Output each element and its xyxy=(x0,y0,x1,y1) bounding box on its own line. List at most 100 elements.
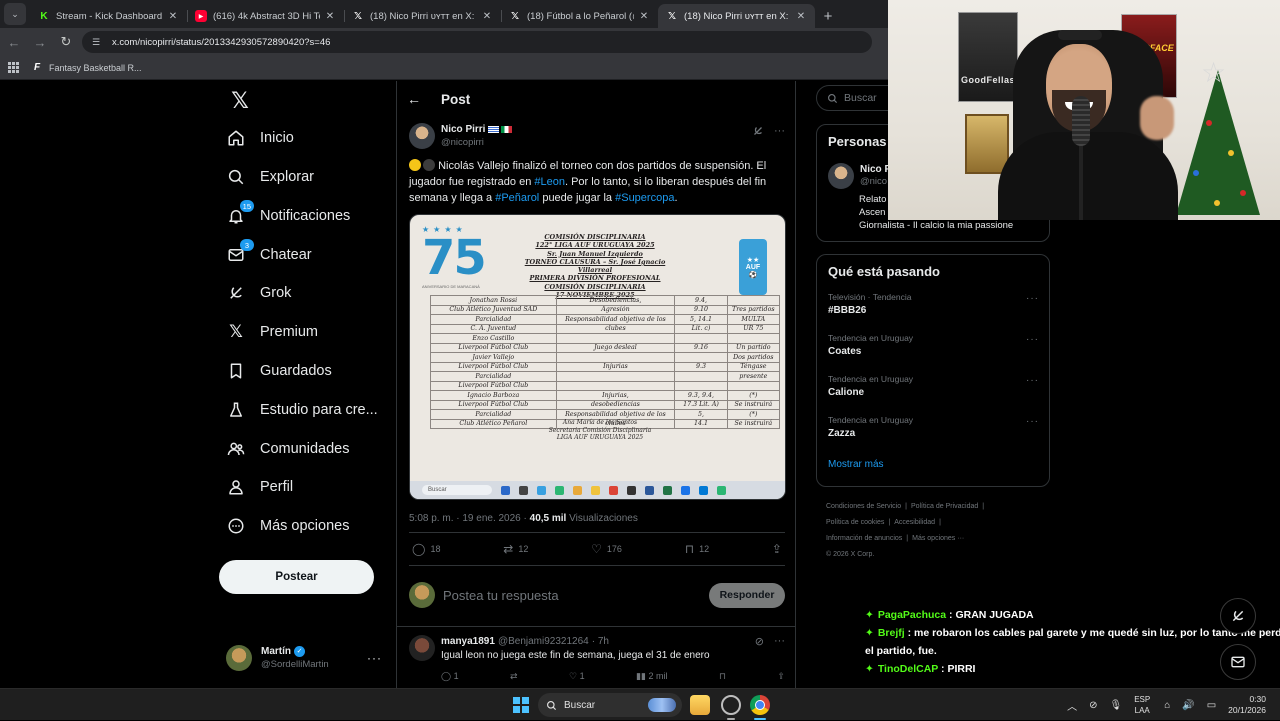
more-icon[interactable]: ··· xyxy=(774,635,785,648)
network-icon[interactable]: ⌂ xyxy=(1164,700,1170,711)
bookmark-button[interactable]: ⊓ 12 xyxy=(685,542,709,556)
close-icon[interactable]: ✕ xyxy=(324,11,336,22)
more-icon[interactable]: ··· xyxy=(1026,334,1039,345)
reply-button[interactable]: ◯ 18 xyxy=(412,542,440,556)
bookmark-item[interactable]: Fantasy Basketball R... xyxy=(49,63,142,73)
repost-button[interactable]: ⇄ xyxy=(510,671,518,682)
back-arrow-icon[interactable]: ← xyxy=(407,91,427,107)
nav-item-explorar[interactable]: Explorar xyxy=(226,162,314,192)
more-icon[interactable]: ··· xyxy=(774,125,785,137)
trend-item[interactable]: Tendencia en Uruguay Coates ··· xyxy=(817,328,1049,369)
hashtag-link[interactable]: #Supercopa xyxy=(615,192,674,204)
hashtag-link[interactable]: #Leon xyxy=(534,176,565,188)
reply-submit-button[interactable]: Responder xyxy=(709,582,785,608)
post-button[interactable]: Postear xyxy=(219,560,374,594)
trend-item[interactable]: Tendencia en Uruguay Zazza ··· xyxy=(817,410,1049,451)
clock[interactable]: 0:30 20/1/2026 xyxy=(1228,694,1266,716)
nav-item-estudio[interactable]: Estudio para cre... xyxy=(226,395,378,425)
browser-tab[interactable]: ▶ (616) 4k Abstract 3D Hi Tech Fu ✕ xyxy=(187,4,344,28)
tweet-time[interactable]: 5:08 p. m. · 19 ene. 2026 · xyxy=(409,513,530,524)
nav-item-comunidades[interactable]: Comunidades xyxy=(226,434,349,464)
nav-item-premium[interactable]: 𝕏 Premium xyxy=(226,317,318,347)
apps-grid-icon[interactable] xyxy=(8,61,20,74)
nav-item-inicio[interactable]: Inicio xyxy=(226,123,294,153)
close-icon[interactable]: ✕ xyxy=(795,11,807,22)
close-icon[interactable]: ✕ xyxy=(167,11,179,22)
nav-item-guardados[interactable]: Guardados xyxy=(226,356,332,386)
chrome-icon[interactable] xyxy=(750,695,770,715)
more-icon[interactable]: ··· xyxy=(1026,375,1039,386)
reply-input[interactable]: Postea tu respuesta xyxy=(443,588,559,603)
battery-icon[interactable]: ▭ xyxy=(1207,700,1216,711)
browser-tab[interactable]: K Stream - Kick Dashboard ✕ xyxy=(30,4,187,28)
footer-link[interactable]: Información de anuncios xyxy=(826,535,902,542)
back-icon[interactable]: ← xyxy=(2,30,26,54)
browser-tab[interactable]: 𝕏 (18) Nico Pirri ᴜʏᴛᴛ en X: "🟡⚫ ✕ xyxy=(344,4,501,28)
more-icon[interactable]: ··· xyxy=(367,651,382,665)
show-more-link[interactable]: Mostrar más xyxy=(817,451,1049,478)
nav-item-perfil[interactable]: Perfil xyxy=(226,472,293,502)
author-handle[interactable]: @nicopirri xyxy=(441,136,512,149)
microphone-icon[interactable]: 🎙 xyxy=(1110,700,1123,711)
forward-icon[interactable]: → xyxy=(28,30,52,54)
author-avatar[interactable] xyxy=(409,123,435,149)
author-name[interactable]: Nico Pirri xyxy=(441,124,485,135)
footer-link[interactable]: Política de Privacidad xyxy=(911,503,978,510)
nav-item-notificaciones[interactable]: 15 Notificaciones xyxy=(226,200,350,231)
site-info-icon[interactable]: ☰ xyxy=(92,37,103,48)
windows-start-icon[interactable] xyxy=(513,697,529,713)
url-input[interactable]: ☰ x.com/nicopirri/status/201334293057289… xyxy=(82,31,872,53)
more-icon[interactable]: ··· xyxy=(1026,416,1039,427)
reload-icon[interactable]: ↻ xyxy=(54,30,78,54)
tab-search-button[interactable]: ⌄ xyxy=(4,3,26,25)
views-button[interactable]: ▮▮ 2 mil xyxy=(636,671,667,682)
grok-icon[interactable]: ⊘ xyxy=(755,635,764,648)
trend-item[interactable]: Tendencia en Uruguay Calione ··· xyxy=(817,369,1049,410)
account-switcher[interactable]: Martín ✓ @SordelliMartin ··· xyxy=(226,642,396,674)
reply-author-name[interactable]: manya1891 xyxy=(441,636,495,647)
volume-icon[interactable]: 🔊 xyxy=(1182,700,1194,711)
footer-link[interactable]: Más opciones ··· xyxy=(912,535,964,542)
reply-time[interactable]: · 7h xyxy=(592,636,609,647)
footer-links: Condiciones de Servicio | Política de Priv… xyxy=(826,499,1050,563)
taskbar-search[interactable]: Buscar xyxy=(538,693,682,717)
file-explorer-icon[interactable] xyxy=(690,695,710,715)
share-button[interactable]: ⇪ xyxy=(772,542,782,556)
share-icon[interactable]: ⇪ xyxy=(777,671,785,682)
messages-floating-button[interactable] xyxy=(1220,644,1256,680)
nav-item-mas-opciones[interactable]: Más opciones xyxy=(226,511,349,541)
network-off-icon[interactable]: ⊘ xyxy=(1089,700,1097,711)
obs-icon[interactable] xyxy=(721,695,741,715)
bookmark-icon[interactable]: ⊓ xyxy=(719,671,726,682)
chevron-up-icon[interactable]: ︿ xyxy=(1067,698,1077,713)
reply-tweet[interactable]: manya1891 @Benjami92321264 · 7h ⊘ ··· Igu… xyxy=(409,635,785,682)
language-indicator[interactable]: ESP LAA xyxy=(1134,694,1150,716)
browser-tab-active[interactable]: 𝕏 (18) Nico Pirri ᴜʏᴛᴛ en X: "🟡⚫ ✕ xyxy=(658,4,815,28)
grok-icon[interactable] xyxy=(752,125,764,137)
grok-floating-button[interactable] xyxy=(1220,598,1256,634)
nav-item-chatear[interactable]: 3 Chatear xyxy=(226,239,312,270)
x-logo-icon[interactable]: 𝕏 xyxy=(226,87,254,115)
x-icon: 𝕏 xyxy=(353,10,363,22)
new-tab-button[interactable]: + xyxy=(815,4,841,28)
reply-author-handle[interactable]: @Benjami92321264 xyxy=(498,636,589,647)
avatar[interactable] xyxy=(409,635,435,661)
close-icon[interactable]: ✕ xyxy=(481,11,493,22)
trend-item[interactable]: Televisión · Tendencia #BBB26 ··· xyxy=(817,287,1049,328)
footer-link[interactable]: Política de cookies xyxy=(826,519,884,526)
tweet-image[interactable]: ★★★★ 75 ANIVERSARIO DE MARACANÁ ★★ AUF ⚽ C… xyxy=(409,214,786,500)
footer-link[interactable]: Accesibilidad xyxy=(894,519,935,526)
like-button[interactable]: ♡ 1 xyxy=(569,671,585,682)
more-icon[interactable]: ··· xyxy=(1026,293,1039,304)
browser-tab[interactable]: 𝕏 (18) Fútbol a lo Peñarol (@AloP ✕ xyxy=(501,4,658,28)
hashtag-link[interactable]: #Peñarol xyxy=(495,192,539,204)
sanction-cell: Club Atlético Juventud SAD xyxy=(430,304,557,315)
ornament xyxy=(1228,150,1234,156)
repost-button[interactable]: ⇄ 12 xyxy=(503,542,528,556)
like-button[interactable]: ♡ 176 xyxy=(591,542,622,556)
doc-line: LIGA AUF URUGUAYA 2025 xyxy=(556,434,644,441)
reply-button[interactable]: ◯ 1 xyxy=(441,671,459,682)
footer-link[interactable]: Condiciones de Servicio xyxy=(826,503,901,510)
close-icon[interactable]: ✕ xyxy=(638,11,650,22)
nav-item-grok[interactable]: Grok xyxy=(226,278,291,308)
